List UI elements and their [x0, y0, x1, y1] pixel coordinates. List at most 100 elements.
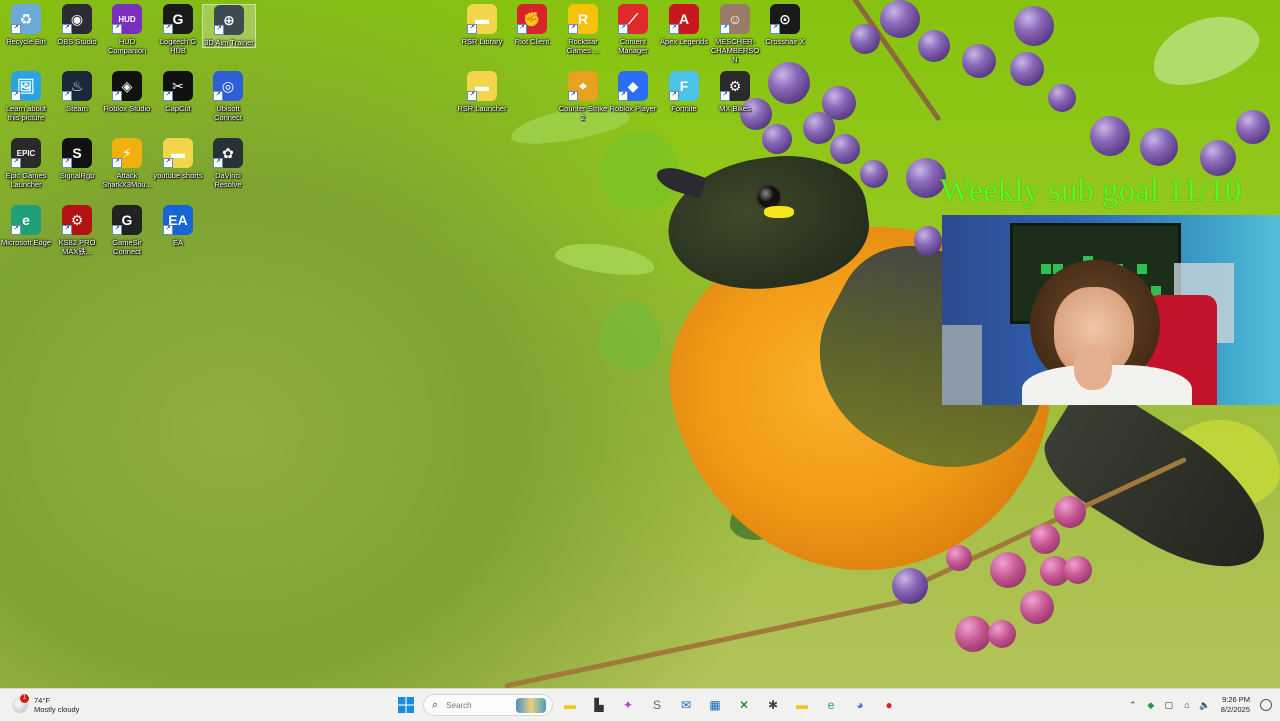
chevron-up-icon[interactable]: ⌃	[1127, 700, 1139, 711]
taskbar-app-edge[interactable]: e	[819, 693, 843, 717]
volume-icon[interactable]: 🔈	[1199, 700, 1211, 711]
app-icon: R ↗	[568, 4, 598, 34]
taskbar-center: ⌕ ▬ ▙ ✦ S ✉ ▦ ✕ ✱ ▬ e ◕ ●	[394, 693, 901, 717]
taskbar-app-app-s[interactable]: S	[645, 693, 669, 717]
sub-goal-text: Weekly sub goal 11/10	[940, 173, 1242, 209]
taskbar-app-app-red[interactable]: ●	[877, 693, 901, 717]
shortcut-arrow-icon: ↗	[62, 91, 72, 101]
desktop-icon-label: Ubisoft Connect	[214, 104, 242, 122]
network-icon[interactable]: ⌂	[1181, 700, 1193, 710]
desktop-icon-hud-companion[interactable]: HUD ↗ HUD Companion	[101, 4, 153, 55]
desktop-icon-youtube-shorts[interactable]: ▬ ↗ youtube shorts	[152, 138, 204, 180]
desktop-icon-label: KS82 PRO MAX铁...	[58, 238, 96, 256]
search-input[interactable]	[444, 699, 519, 711]
desktop-icon-ks82-pro-max[interactable]: ⚙ ↗ KS82 PRO MAX铁...	[51, 205, 103, 256]
desktop-icon-epic-games-launcher[interactable]: EPIC ↗ Epic Games Launcher	[0, 138, 52, 189]
taskbar-app-file-explorer[interactable]: ▬	[558, 693, 582, 717]
shortcut-arrow-icon: ↗	[618, 24, 628, 34]
desktop-icon-counter-strike-2[interactable]: ⌖ ↗ Counter-Strike 2	[557, 71, 609, 122]
shortcut-arrow-icon: ↗	[770, 24, 780, 34]
app-s-icon: S	[652, 698, 661, 712]
app-icon: ✂ ↗	[163, 71, 193, 101]
taskbar-app-copilot[interactable]: ✦	[616, 693, 640, 717]
desktop-icon-ea[interactable]: EA ↗ EA	[152, 205, 204, 247]
start-button[interactable]	[394, 693, 418, 717]
desktop-icon-gamesir-connect[interactable]: G ↗ GameSir Connect	[101, 205, 153, 256]
tray-app-icon[interactable]: ◆	[1145, 700, 1157, 711]
desktop-icon-logitech-g-hub[interactable]: G ↗ Logitech G HUB	[152, 4, 204, 55]
clock[interactable]: 9:26 PM 8/2/2025	[1221, 695, 1250, 715]
shortcut-arrow-icon: ↗	[568, 91, 578, 101]
tray-app-icon-2[interactable]: ▢	[1163, 700, 1175, 711]
desktop-icon-3d-aim-trainer[interactable]: ⊕ ↗ 3D Aim Trainer	[202, 4, 256, 48]
desktop-icon-rockstar-games[interactable]: R ↗ Rockstar Games ...	[557, 4, 609, 55]
desktop-icon-label: Rockstar Games ...	[566, 37, 600, 55]
desktop-icon-label: Roblox Player	[609, 104, 657, 113]
desktop-icon-steam[interactable]: ♨ ↗ Steam	[51, 71, 103, 113]
notification-bell-icon[interactable]	[1260, 699, 1272, 711]
desktop-icon-label: EA	[172, 238, 183, 247]
shortcut-arrow-icon: ↗	[213, 91, 223, 101]
desktop-icon-rsr-library[interactable]: ▬ ↗ RSR Library	[456, 4, 508, 46]
shortcut-arrow-icon: ↗	[467, 91, 477, 101]
desktop-icon-mescher-chamberson[interactable]: ☺ ↗ MESCHER-CHAMBERSON	[709, 4, 761, 64]
shortcut-arrow-icon: ↗	[62, 225, 72, 235]
shortcut-arrow-icon: ↗	[467, 24, 477, 34]
search-highlight-image	[516, 698, 546, 713]
shortcut-arrow-icon: ↗	[112, 225, 122, 235]
app-icon: ▬ ↗	[467, 71, 497, 101]
desktop-icon-label: SignalRgb	[59, 171, 95, 180]
desktop-icon-roblox-player[interactable]: ◆ ↗ Roblox Player	[607, 71, 659, 113]
clock-date: 8/2/2025	[1220, 705, 1250, 714]
desktop-icon-learn-about-this-picture[interactable]: 🖼 ↗ Learn about this picture	[0, 71, 52, 122]
taskbar-app-task-manager[interactable]: ▙	[587, 693, 611, 717]
desktop-icon-rsr-launcher[interactable]: ▬ ↗ RSR Launcher	[456, 71, 508, 113]
shortcut-arrow-icon: ↗	[11, 158, 21, 168]
desktop-icon-recycle-bin[interactable]: ♻ ↗ Recycle Bin	[0, 4, 52, 46]
shortcut-arrow-icon: ↗	[213, 158, 223, 168]
taskbar-search[interactable]: ⌕	[423, 694, 553, 716]
desktop-icon-label: Microsoft Edge	[0, 238, 52, 247]
taskbar-app-folder[interactable]: ▬	[790, 693, 814, 717]
app-icon: ◈ ↗	[112, 71, 142, 101]
task-manager-icon: ▙	[594, 698, 604, 712]
weather-widget[interactable]: 1 74°F Mostly cloudy	[12, 693, 79, 717]
taskbar-app-spider-app[interactable]: ✱	[761, 693, 785, 717]
desktop-icon-obs-studio[interactable]: ◉ ↗ OBS Studio	[51, 4, 103, 46]
shortcut-arrow-icon: ↗	[112, 158, 122, 168]
edge-icon: e	[827, 698, 835, 712]
shortcut-arrow-icon: ↗	[112, 24, 122, 34]
search-icon: ⌕	[432, 698, 439, 711]
app-icon: ⊙ ↗	[770, 4, 800, 34]
desktop-icon-ubisoft-connect[interactable]: ◎ ↗ Ubisoft Connect	[202, 71, 254, 122]
app-icon: A ↗	[669, 4, 699, 34]
taskbar-app-discord[interactable]: ◕	[848, 693, 872, 717]
desktop-icon-attack-sharkx3mou[interactable]: ⚡ ↗ Attack SharkX3Mou...	[101, 138, 153, 189]
desktop-icon-label: Epic Games Launcher	[5, 171, 47, 189]
desktop-icon-signalrgb[interactable]: S ↗ SignalRgb	[51, 138, 103, 180]
app-icon: ⚙ ↗	[720, 71, 750, 101]
desktop-icon-label: Fortnite	[671, 104, 697, 113]
desktop-icon-apex-legends[interactable]: A ↗ Apex Legends	[658, 4, 710, 46]
desktop-icon-davinci-resolve[interactable]: ✿ ↗ DaVinci Resolve	[202, 138, 254, 189]
app-icon: ☺ ↗	[720, 4, 750, 34]
app-icon: ♻ ↗	[11, 4, 41, 34]
desktop-icon-crosshair-x[interactable]: ⊙ ↗ Crosshair X	[759, 4, 811, 46]
desktop-icon-content-manager[interactable]: ⟋ ↗ Content Manager	[607, 4, 659, 55]
desktop-icon-riot-client[interactable]: ✊ ↗ Riot Client	[506, 4, 558, 46]
desktop-icon-label: HUD Companion	[107, 37, 147, 55]
taskbar-app-store[interactable]: ▦	[703, 693, 727, 717]
desktop-icon-fortnite[interactable]: F ↗ Fortnite	[658, 71, 710, 113]
app-icon: ⌖ ↗	[568, 71, 598, 101]
desktop-icon-roblox-studio[interactable]: ◈ ↗ Roblox Studio	[101, 71, 153, 113]
taskbar-app-xbox[interactable]: ✕	[732, 693, 756, 717]
desktop-icon-mx-bikes[interactable]: ⚙ ↗ MX Bikes	[709, 71, 761, 113]
desktop-icon-label: RSR Launcher	[457, 104, 507, 113]
app-icon: e ↗	[11, 205, 41, 235]
desktop-icon-label: Learn about this picture	[5, 104, 47, 122]
desktop-icon-microsoft-edge[interactable]: e ↗ Microsoft Edge	[0, 205, 52, 247]
taskbar-app-outlook[interactable]: ✉	[674, 693, 698, 717]
outlook-icon: ✉	[680, 698, 692, 712]
desktop-icon-capcut[interactable]: ✂ ↗ CapCut	[152, 71, 204, 113]
desktop-icon-label: Riot Client	[514, 37, 550, 46]
